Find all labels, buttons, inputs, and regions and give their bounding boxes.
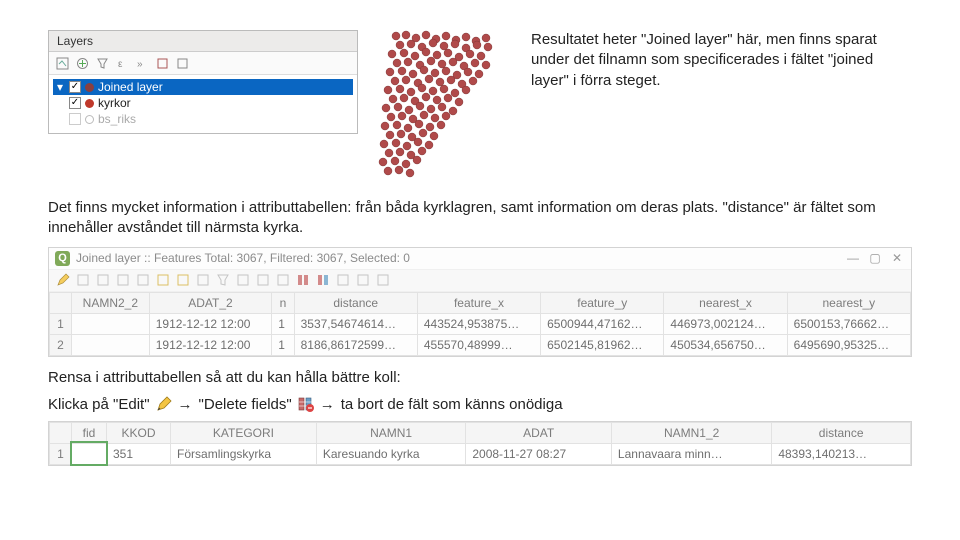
field-calc-icon[interactable]	[335, 273, 350, 288]
close-icon[interactable]: ✕	[889, 251, 905, 265]
col-header[interactable]: NAMN2_2	[72, 292, 150, 313]
paragraph-1: Det finns mycket information i attributt…	[48, 198, 912, 239]
actions-icon[interactable]	[375, 273, 390, 288]
attribute-window-title: Joined layer :: Features Total: 3067, Fi…	[76, 251, 410, 265]
select-icon[interactable]	[155, 273, 170, 288]
delete-feature-icon[interactable]	[135, 273, 150, 288]
layer-row-kyrkor[interactable]: ✓ kyrkor	[53, 95, 353, 111]
map-canvas[interactable]	[378, 30, 503, 180]
svg-text:»: »	[137, 59, 143, 70]
layer-row-joined[interactable]: ▾ ✓ Joined layer	[53, 79, 353, 95]
table-row[interactable]: 1 351 Församlingskyrka Karesuando kyrka …	[50, 443, 911, 464]
layers-toolbar: ε »	[49, 52, 357, 75]
col-header[interactable]: nearest_y	[787, 292, 910, 313]
layer-label: bs_riks	[98, 112, 351, 126]
col-header[interactable]: feature_x	[417, 292, 540, 313]
col-header[interactable]: KATEGORI	[171, 422, 317, 443]
save-icon[interactable]	[75, 273, 90, 288]
zoom-icon[interactable]	[275, 273, 290, 288]
layer-symbol-icon	[85, 115, 94, 124]
layer-visibility-icon[interactable]: »	[135, 56, 149, 70]
col-header[interactable]: distance	[294, 292, 417, 313]
cond-format-icon[interactable]	[355, 273, 370, 288]
layer-add-icon[interactable]	[75, 56, 89, 70]
pan-icon[interactable]	[255, 273, 270, 288]
attribute-toolbar	[49, 269, 911, 292]
delete-field-icon[interactable]	[315, 273, 330, 288]
inline-text-1: Klicka på "Edit"	[48, 396, 150, 413]
annotation-text: Resultatet heter "Joined layer" här, men…	[523, 30, 912, 91]
new-field-icon[interactable]	[295, 273, 310, 288]
minimize-icon[interactable]: —	[845, 251, 861, 265]
attribute-window-titlebar[interactable]: Q Joined layer :: Features Total: 3067, …	[49, 248, 911, 269]
col-header[interactable]: fid	[72, 422, 107, 443]
layer-checkbox[interactable]: ✓	[69, 81, 81, 93]
col-header[interactable]: KKOD	[106, 422, 170, 443]
qgis-icon: Q	[55, 251, 70, 266]
filter-icon[interactable]	[215, 273, 230, 288]
layer-checkbox[interactable]	[69, 113, 81, 125]
layer-remove-icon[interactable]	[155, 56, 169, 70]
svg-text:ε: ε	[118, 59, 123, 70]
layer-label: kyrkor	[98, 96, 351, 110]
col-header[interactable]: NAMN1	[316, 422, 466, 443]
layer-expr-icon[interactable]: ε	[115, 56, 129, 70]
arrow-icon: →	[320, 396, 335, 413]
layer-label: Joined layer	[98, 80, 351, 94]
delete-field-icon	[298, 396, 314, 412]
col-header[interactable]: ADAT_2	[149, 292, 272, 313]
col-header[interactable]: distance	[772, 422, 911, 443]
select-expr-icon[interactable]	[175, 273, 190, 288]
layer-symbol-icon	[85, 83, 94, 92]
inline-text-3: ta bort de fält som känns onödiga	[341, 396, 563, 413]
col-header[interactable]: ADAT	[466, 422, 612, 443]
attribute-table[interactable]: NAMN2_2 ADAT_2 n distance feature_x feat…	[49, 292, 911, 356]
edit-pencil-icon	[156, 396, 172, 412]
maximize-icon[interactable]: ▢	[867, 251, 883, 265]
col-header[interactable]: NAMN1_2	[611, 422, 771, 443]
attribute-table-small[interactable]: fid KKOD KATEGORI NAMN1 ADAT NAMN1_2 dis…	[49, 422, 911, 465]
layers-tree: ▾ ✓ Joined layer ✓ kyrkor bs_riks	[49, 75, 357, 133]
deselect-icon[interactable]	[195, 273, 210, 288]
col-header[interactable]: nearest_x	[664, 292, 787, 313]
layers-panel: Layers ε » ▾ ✓ Joined layer ✓	[48, 30, 358, 134]
layer-symbol-icon	[85, 99, 94, 108]
layer-checkbox[interactable]: ✓	[69, 97, 81, 109]
attribute-table-window: Q Joined layer :: Features Total: 3067, …	[48, 247, 912, 357]
table-row[interactable]: 1 1912-12-12 12:00 1 3537,54674614… 4435…	[50, 313, 911, 334]
arrow-icon: →	[178, 396, 193, 413]
layers-panel-title: Layers	[49, 31, 357, 52]
layer-row-bs-riks[interactable]: bs_riks	[53, 111, 353, 127]
instruction-text: Rensa i attributtabellen så att du kan h…	[48, 367, 912, 388]
col-header[interactable]: feature_y	[541, 292, 664, 313]
inline-instruction: Klicka på "Edit" → "Delete fields" → ta …	[48, 396, 912, 413]
layer-collapse-icon[interactable]	[175, 56, 189, 70]
edit-icon[interactable]	[55, 273, 70, 288]
layer-style-icon[interactable]	[55, 56, 69, 70]
layer-filter-icon[interactable]	[95, 56, 109, 70]
col-header[interactable]: n	[272, 292, 294, 313]
table-row[interactable]: 2 1912-12-12 12:00 1 8186,86172599… 4555…	[50, 334, 911, 355]
move-top-icon[interactable]	[235, 273, 250, 288]
cut-icon[interactable]	[95, 273, 110, 288]
inline-text-2: "Delete fields"	[199, 396, 292, 413]
chevron-down-icon[interactable]: ▾	[55, 80, 65, 94]
add-feature-icon[interactable]	[115, 273, 130, 288]
attribute-table-cleaned: fid KKOD KATEGORI NAMN1 ADAT NAMN1_2 dis…	[48, 421, 912, 466]
